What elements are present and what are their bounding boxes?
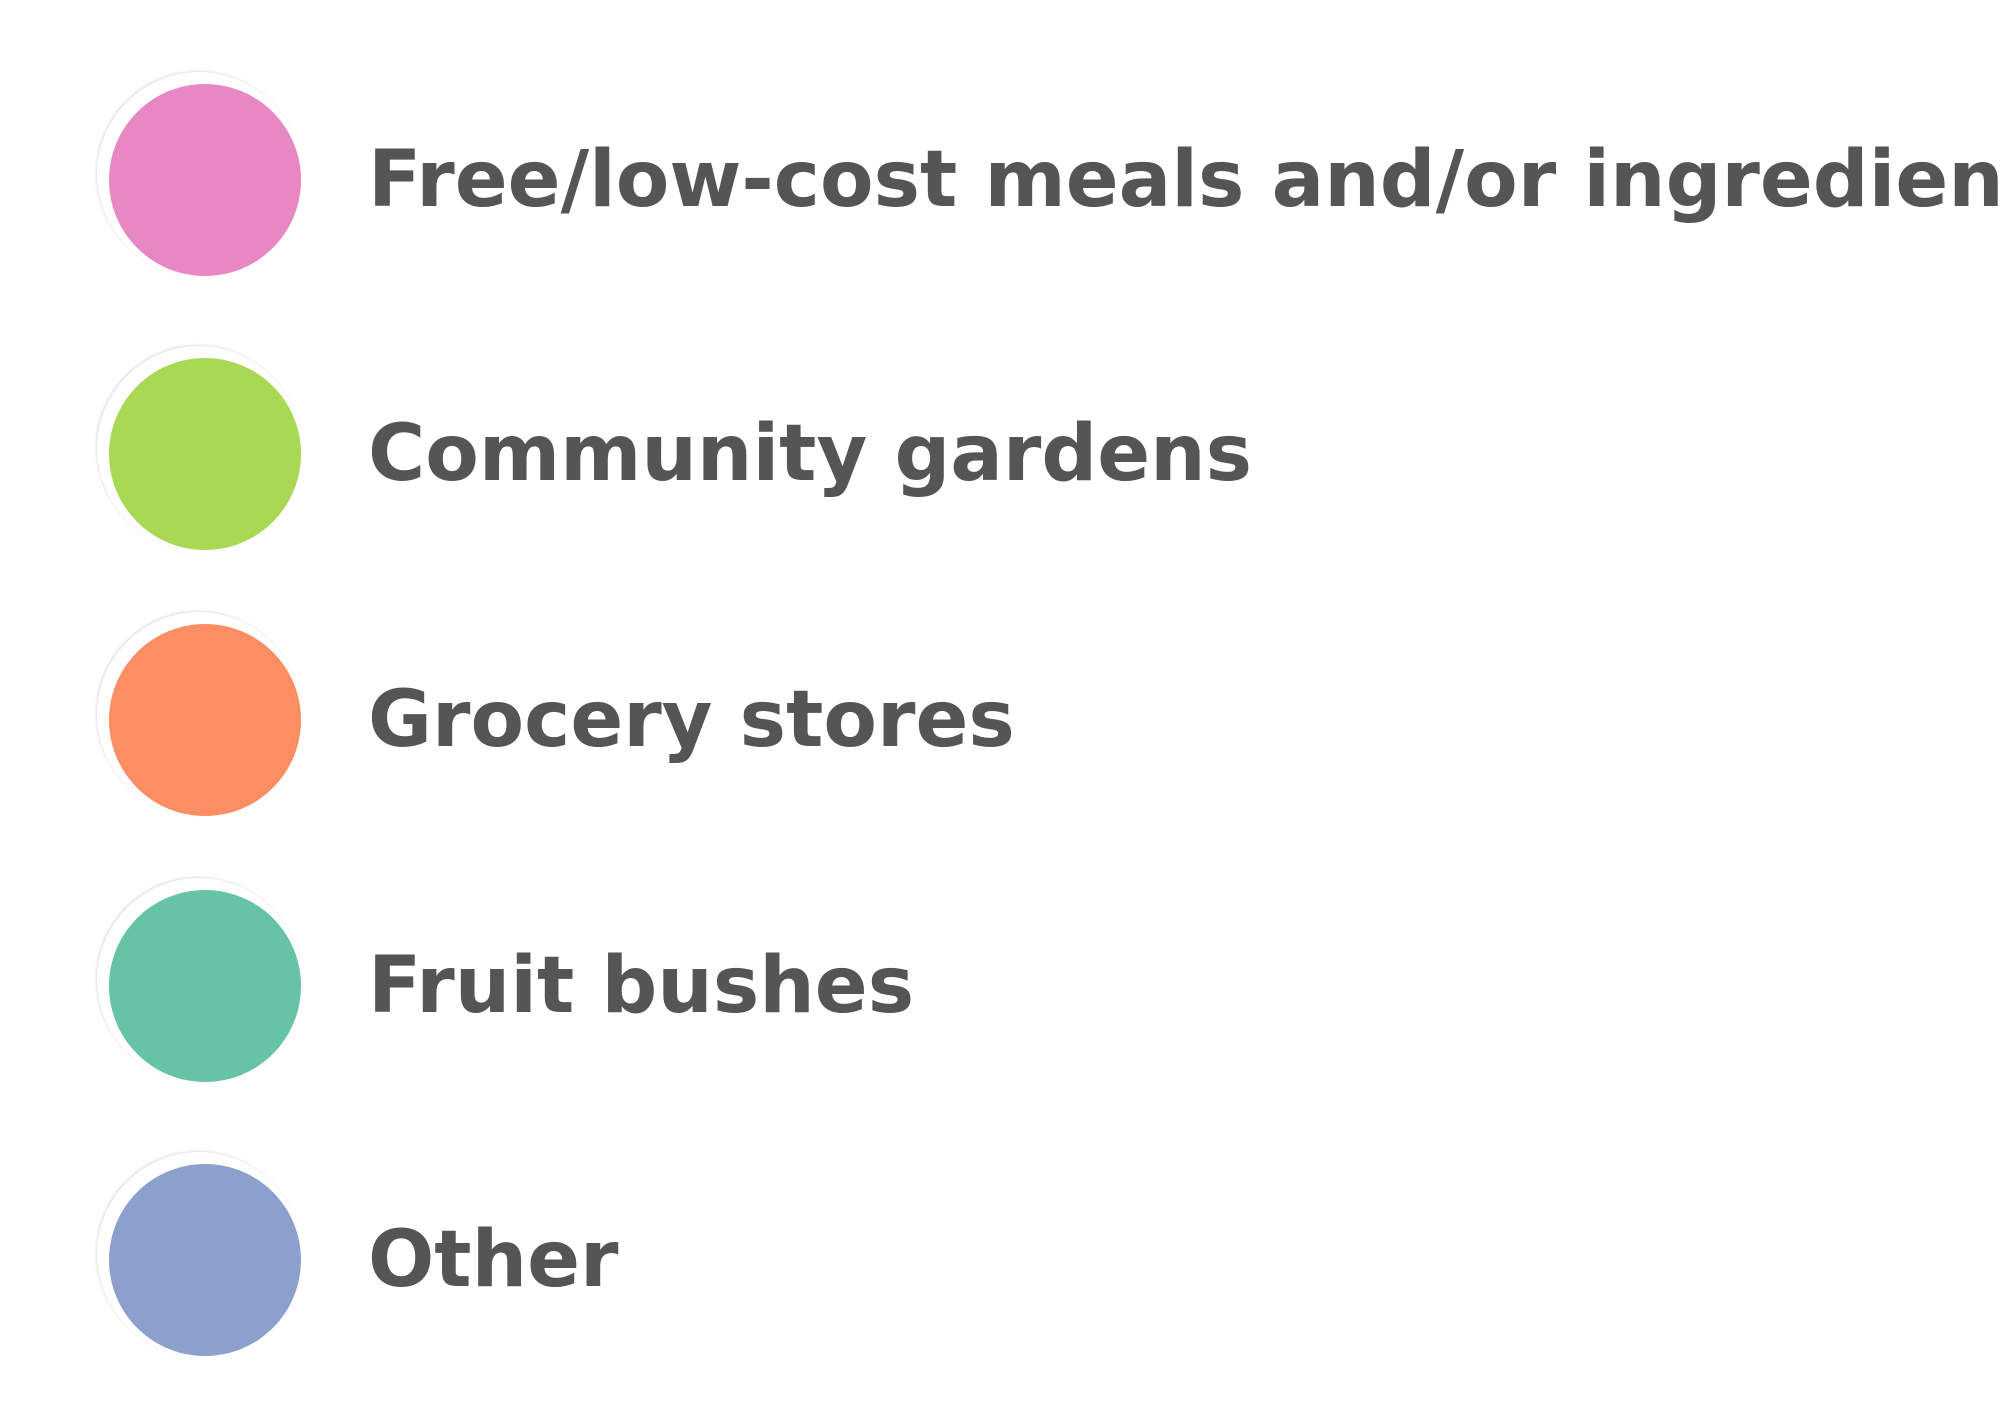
legend-swatch (109, 890, 301, 1082)
legend-swatch (109, 624, 301, 816)
legend-label: Grocery stores (368, 675, 1015, 765)
legend-item-grocery-stores: Grocery stores (0, 624, 2000, 824)
legend-label: Fruit bushes (368, 941, 915, 1031)
legend-item-community-gardens: Community gardens (0, 358, 2000, 558)
legend: Free/low-cost meals and/or ingredients C… (0, 0, 2000, 1428)
legend-label: Community gardens (368, 409, 1253, 499)
legend-item-free-low-cost-meals: Free/low-cost meals and/or ingredients (0, 84, 2000, 284)
legend-label: Other (368, 1215, 619, 1305)
legend-swatch (109, 84, 301, 276)
legend-label: Free/low-cost meals and/or ingredients (368, 135, 2000, 225)
legend-swatch (109, 1164, 301, 1356)
legend-swatch (109, 358, 301, 550)
legend-item-fruit-bushes: Fruit bushes (0, 890, 2000, 1090)
legend-item-other: Other (0, 1164, 2000, 1364)
